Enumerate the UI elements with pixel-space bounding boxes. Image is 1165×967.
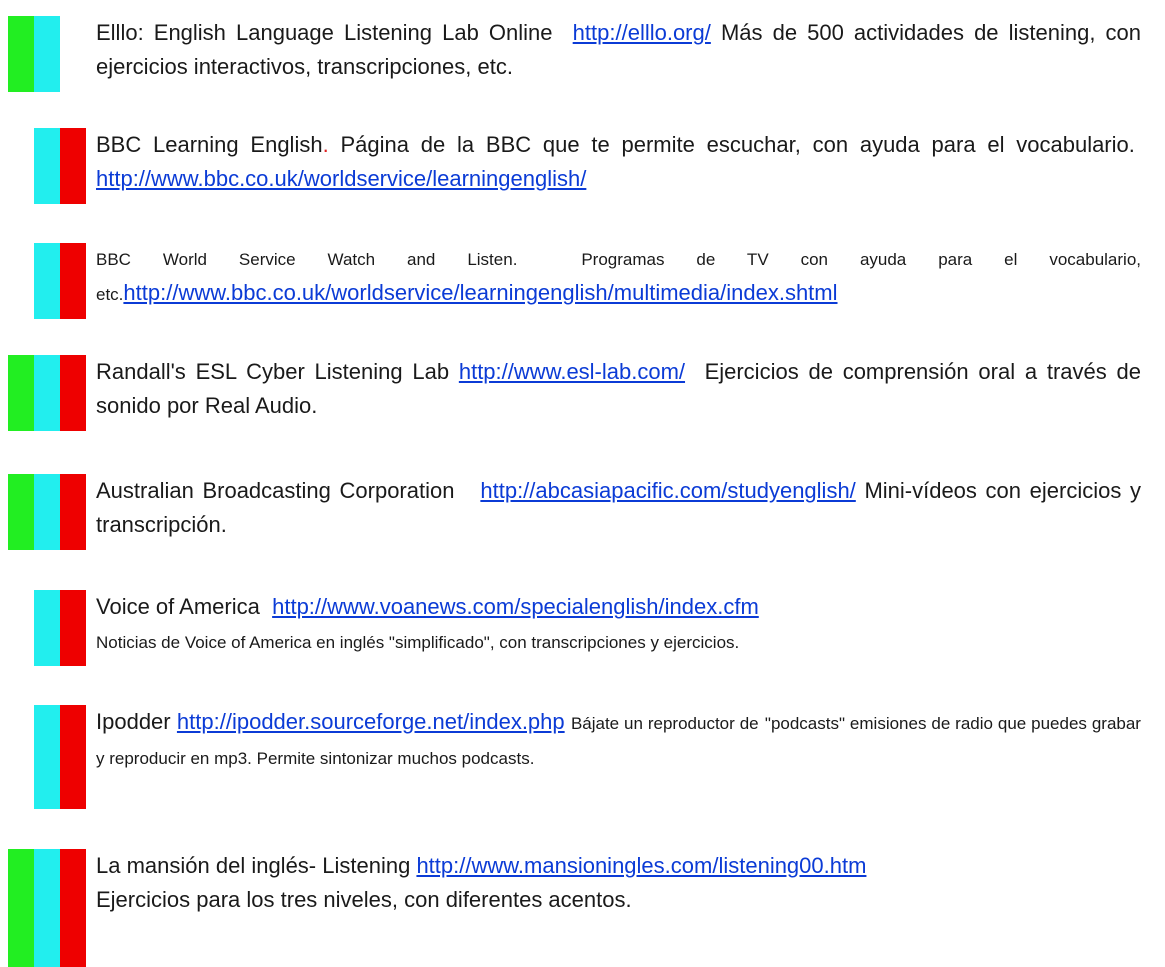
resource-entry: Australian Broadcasting Corporation http… — [0, 474, 1165, 550]
color-bar-green — [8, 474, 34, 550]
entry-text: BBC Learning English. Página de la BBC q… — [96, 128, 1141, 196]
entry-link[interactable]: http://elllo.org/ — [573, 20, 711, 45]
entry-text: BBC World Service Watch and Listen. Prog… — [96, 243, 1141, 311]
color-bar-red — [60, 355, 86, 431]
entry-title: La mansión del inglés- Listening — [96, 853, 411, 878]
entry-title: Voice of America — [96, 594, 260, 619]
resource-entry: La mansión del inglés- Listening http://… — [0, 849, 1165, 967]
entry-link[interactable]: http://abcasiapacific.com/studyenglish/ — [480, 478, 855, 503]
entry-text: Elllo: English Language Listening Lab On… — [96, 16, 1141, 84]
color-bar-red — [60, 243, 86, 319]
page: Elllo: English Language Listening Lab On… — [0, 0, 1165, 967]
entry-title: Randall's ESL Cyber Listening Lab — [96, 359, 450, 384]
entry-text: Ipodder http://ipodder.sourceforge.net/i… — [96, 705, 1141, 775]
resource-entry: Ipodder http://ipodder.sourceforge.net/i… — [0, 705, 1165, 809]
entry-title: Elllo: English Language Listening Lab On… — [96, 20, 553, 45]
entry-title-dot: . — [322, 132, 329, 157]
entry-description: Página de la BBC que te permite escuchar… — [340, 132, 1135, 157]
color-bar-red — [60, 128, 86, 204]
color-bar-cyan — [34, 243, 60, 319]
entry-description: Bájate un reproductor de — [570, 714, 759, 733]
resource-entry: BBC World Service Watch and Listen. Prog… — [0, 243, 1165, 319]
color-bar-green — [8, 16, 34, 92]
color-bar-green — [8, 355, 34, 431]
color-bar-cyan — [34, 128, 60, 204]
entry-link[interactable]: http://ipodder.sourceforge.net/index.php — [177, 709, 565, 734]
entry-title: BBC Learning English — [96, 132, 323, 157]
resource-entry: Elllo: English Language Listening Lab On… — [0, 16, 1165, 92]
entry-description: Ejercicios para los tres niveles, con di… — [96, 887, 632, 912]
entry-title: BBC World Service Watch and Listen. — [96, 250, 518, 269]
color-bar-cyan — [34, 849, 60, 967]
entry-link[interactable]: http://www.bbc.co.uk/worldservice/learni… — [96, 166, 586, 191]
entry-text: Randall's ESL Cyber Listening Lab http:/… — [96, 355, 1141, 423]
color-bar-cyan — [34, 705, 60, 809]
entry-description: Noticias de Voice of America en inglés "… — [96, 633, 740, 652]
entry-text: La mansión del inglés- Listening http://… — [96, 849, 1141, 917]
entry-title: Australian Broadcasting Corporation — [96, 478, 455, 503]
color-bar-green — [8, 849, 34, 967]
color-bar-red — [60, 590, 86, 666]
color-bar-cyan — [34, 16, 60, 92]
color-bar-cyan — [34, 355, 60, 431]
color-bar-cyan — [34, 590, 60, 666]
resource-entry: BBC Learning English. Página de la BBC q… — [0, 128, 1165, 204]
color-bar-red — [60, 474, 86, 550]
entry-link[interactable]: http://www.esl-lab.com/ — [459, 359, 685, 384]
color-bar-red — [60, 705, 86, 809]
resource-entry: Voice of America http://www.voanews.com/… — [0, 590, 1165, 666]
entry-text: Voice of America http://www.voanews.com/… — [96, 590, 1141, 660]
entry-link[interactable]: http://www.bbc.co.uk/worldservice/learni… — [123, 280, 837, 305]
color-bar-cyan — [34, 474, 60, 550]
entry-title: Ipodder — [96, 709, 171, 734]
entry-link[interactable]: http://www.voanews.com/specialenglish/in… — [272, 594, 759, 619]
resource-entry: Randall's ESL Cyber Listening Lab http:/… — [0, 355, 1165, 431]
color-bar-red — [60, 849, 86, 967]
entry-text: Australian Broadcasting Corporation http… — [96, 474, 1141, 542]
entry-link[interactable]: http://www.mansioningles.com/listening00… — [416, 853, 866, 878]
